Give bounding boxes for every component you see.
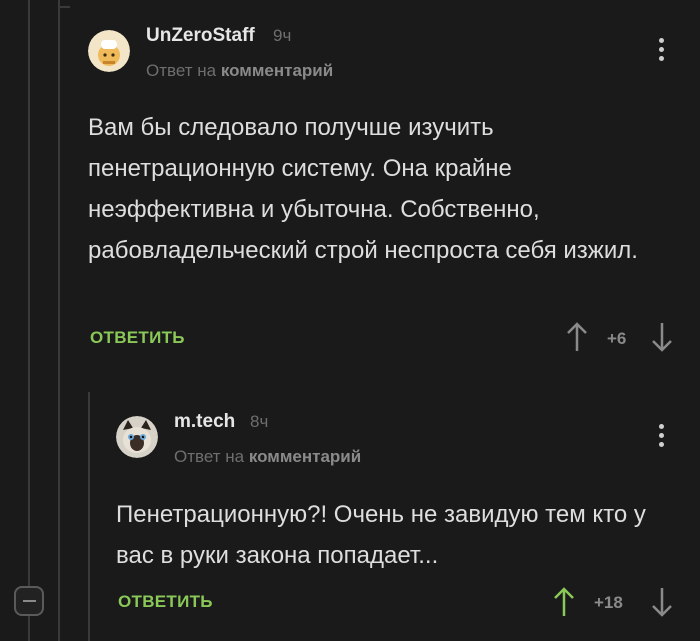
comment-body: Вам бы следовало получше изучить пенетра… <box>88 114 638 264</box>
vote-score: +18 <box>594 593 623 612</box>
reply-target-link[interactable]: комментарий <box>221 61 333 80</box>
thread-connector <box>58 6 70 8</box>
thread-line <box>28 616 30 641</box>
vote-score: +6 <box>607 329 627 348</box>
reply-prefix: Ответ на <box>174 447 245 466</box>
avatar[interactable] <box>116 416 158 458</box>
reply-button[interactable]: ОТВЕТИТЬ <box>118 592 213 612</box>
thread-line <box>58 0 60 641</box>
author-name[interactable]: m.tech <box>174 411 235 433</box>
reply-button[interactable]: ОТВЕТИТЬ <box>90 328 185 348</box>
comment-time: 8ч <box>250 412 269 431</box>
downvote-icon[interactable] <box>651 322 673 357</box>
upvote-icon[interactable] <box>566 322 588 357</box>
thread-line <box>28 0 30 586</box>
reply-prefix: Ответ на <box>146 61 217 80</box>
author-name[interactable]: UnZeroStaff <box>146 25 255 47</box>
collapse-thread-button[interactable] <box>14 586 44 616</box>
thread-line <box>88 392 90 641</box>
reply-target-link[interactable]: комментарий <box>249 447 361 466</box>
comment-time: 9ч <box>273 26 292 45</box>
reply-to-label: Ответ на комментарий <box>146 61 333 81</box>
more-options-icon[interactable] <box>659 38 664 65</box>
upvote-icon[interactable] <box>553 587 575 622</box>
downvote-icon[interactable] <box>651 587 673 622</box>
more-options-icon[interactable] <box>659 424 664 451</box>
avatar[interactable] <box>88 30 130 72</box>
comment-body: Пенетрационную?! Очень не завидую тем кт… <box>116 501 646 569</box>
reply-to-label: Ответ на комментарий <box>174 447 361 467</box>
